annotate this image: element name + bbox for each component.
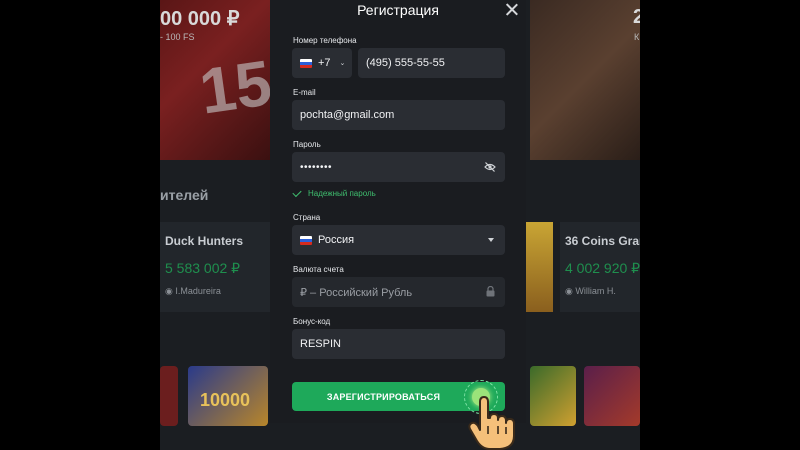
eye-off-icon[interactable] [484,161,496,176]
russia-flag-icon [300,235,312,245]
phone-input[interactable]: (495) 555-55-55 [358,48,505,78]
email-field[interactable]: pochta@gmail.com [292,100,505,130]
close-icon[interactable] [504,2,520,18]
country-select[interactable]: Россия [292,225,505,255]
winner-card: 36 Coins Grand 4 002 920 ₽ William H. [560,222,640,312]
banner-sub: - 100 FS [160,32,195,42]
chevron-down-icon: ⌄ [339,60,346,67]
check-icon [292,187,302,198]
password-hint-text: Надежный пароль [308,189,376,198]
banner-sub-right: К [634,32,640,42]
country-label: Страна [293,213,321,222]
promo-banner-left: 00 000 ₽ - 100 FS 15 [160,0,276,160]
game-tile: 10000 [188,366,268,426]
game-tile-text: 10000 [200,390,251,410]
game-name: 36 Coins Grand [565,234,640,248]
lock-icon [486,285,495,300]
chevron-down-icon [488,238,494,242]
winner-user: I.Madureira [165,286,221,297]
password-strength-hint: Надежный пароль [292,187,376,198]
winner-card: Duck Hunters 5 583 002 ₽ I.Madureira [160,222,270,312]
banner-big-number: 15 [195,46,276,128]
country-value: Россия [318,234,355,246]
phone-value: (495) 555-55-55 [366,57,445,69]
country-code-select[interactable]: +7 ⌄ [292,48,352,78]
winners-section-title: ителей [160,187,209,203]
email-value: pochta@gmail.com [300,109,395,121]
russia-flag-icon [300,58,312,68]
email-label: E-mail [293,88,316,97]
promo-value: RESPIN [300,338,341,350]
promo-banner-right: 2 К [530,0,640,160]
currency-value: ₽ – Российский Рубль [300,286,413,299]
password-label: Пароль [293,140,321,149]
password-value: •••••••• [300,161,333,173]
promo-code-input[interactable]: RESPIN [292,329,505,359]
currency-field: ₽ – Российский Рубль [292,277,505,307]
win-amount: 4 002 920 ₽ [565,260,640,276]
winner-user: William H. [565,286,616,297]
game-name: Duck Hunters [165,234,244,248]
promo-label: Бонус-код [293,317,331,326]
game-tile [160,366,178,426]
phone-label: Номер телефона [293,36,357,45]
banner-amount-right: 2 [633,6,640,28]
currency-label: Валюта счета [293,265,344,274]
password-field[interactable]: •••••••• [292,152,505,182]
modal-title: Регистрация [357,2,439,18]
register-button-label: ЗАРЕГИСТРИРОВАТЬСЯ [326,391,441,402]
banner-amount: 00 000 ₽ [160,8,240,30]
hand-pointer-icon [468,396,518,450]
country-code-value: +7 [318,57,331,69]
win-amount: 5 583 002 ₽ [165,260,241,276]
game-tile [530,366,576,426]
game-tile [584,366,640,426]
game-thumbnail [525,222,553,312]
